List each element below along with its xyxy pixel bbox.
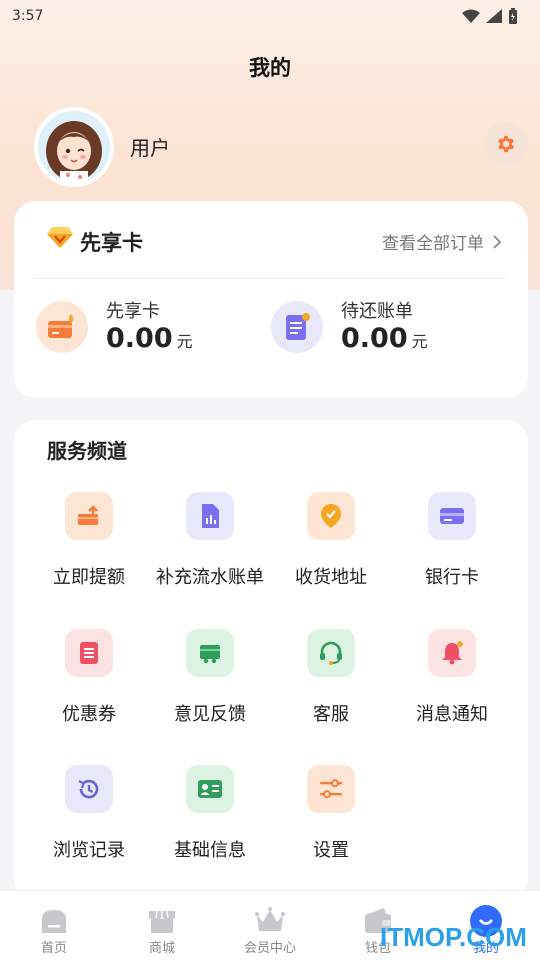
service-label: 意见反馈 <box>174 704 246 725</box>
service-statement[interactable]: 补充流水账单 <box>150 492 270 592</box>
service-label: 补充流水账单 <box>156 567 264 588</box>
vip-title: 先享卡 <box>80 231 143 255</box>
tab-store[interactable]: 商城 <box>108 891 216 960</box>
crown-icon <box>255 907 285 931</box>
service-label: 设置 <box>313 840 349 861</box>
stat-value: 0.00 元 <box>106 323 193 354</box>
wifi-icon <box>462 9 480 23</box>
signal-icon <box>486 9 502 23</box>
service-basic-info[interactable]: 基础信息 <box>150 765 270 865</box>
coupon-icon <box>65 629 113 677</box>
service-feedback[interactable]: 意见反馈 <box>150 629 270 729</box>
username[interactable]: 用户 <box>130 132 170 161</box>
service-history[interactable]: 浏览记录 <box>29 765 149 865</box>
service-label: 优惠券 <box>62 704 116 725</box>
service-bank-card[interactable]: 银行卡 <box>392 492 512 592</box>
bill-icon <box>271 301 323 353</box>
statement-icon <box>186 492 234 540</box>
service-label: 浏览记录 <box>53 840 125 861</box>
tab-label: 会员中心 <box>243 941 296 956</box>
stat-pending-bill[interactable]: 待还账单 0.00 元 <box>271 297 491 357</box>
service-raise-limit[interactable]: 立即提额 <box>29 492 149 592</box>
id-card-icon <box>186 765 234 813</box>
view-all-orders-link[interactable]: 查看全部订单 <box>382 229 502 254</box>
page-title: 我的 <box>249 56 291 80</box>
service-coupon[interactable]: 优惠券 <box>29 629 149 729</box>
services-title: 服务频道 <box>47 439 127 463</box>
history-icon <box>65 765 113 813</box>
status-time: 3:57 <box>12 8 44 24</box>
sliders-icon <box>307 765 355 813</box>
avatar-image <box>38 111 110 183</box>
service-address[interactable]: 收货地址 <box>271 492 391 592</box>
service-label: 消息通知 <box>416 704 488 725</box>
view-all-orders-label: 查看全部订单 <box>382 234 484 254</box>
battery-icon <box>509 8 517 24</box>
services-card: 服务频道 立即提额 补充流水账单 收货地址 银行卡 优惠券 意见反馈 客服 消息… <box>14 420 528 900</box>
stat-number: 0.00 <box>106 323 173 354</box>
stat-vip-card[interactable]: 先享卡 0.00 元 <box>36 297 256 357</box>
bank-card-icon <box>428 492 476 540</box>
raise-limit-icon <box>65 492 113 540</box>
tab-home[interactable]: 首页 <box>0 891 108 960</box>
vip-card: 先享卡 查看全部订单 先享卡 0.00 元 待还账单 0.00 元 <box>14 201 528 398</box>
vip-card-header[interactable]: 先享卡 查看全部订单 <box>14 201 528 279</box>
chevron-right-icon <box>493 234 502 249</box>
gear-icon <box>498 135 514 153</box>
status-bar: 3:57 <box>0 0 540 32</box>
stat-value: 0.00 元 <box>341 323 428 354</box>
tab-member-center[interactable]: 会员中心 <box>216 891 324 960</box>
stat-label: 先享卡 <box>106 301 160 322</box>
service-notifications[interactable]: 消息通知 <box>392 629 512 729</box>
card-wallet-icon <box>36 301 88 353</box>
bell-icon <box>428 629 476 677</box>
store-icon <box>149 910 175 933</box>
feedback-icon <box>186 629 234 677</box>
stat-unit: 元 <box>411 332 428 351</box>
service-label: 基础信息 <box>174 840 246 861</box>
home-icon <box>42 910 66 933</box>
location-icon <box>307 492 355 540</box>
diamond-icon <box>47 227 73 248</box>
stat-number: 0.00 <box>341 323 408 354</box>
service-label: 客服 <box>313 704 349 725</box>
service-settings[interactable]: 设置 <box>271 765 391 865</box>
service-label: 收货地址 <box>295 567 367 588</box>
service-customer-support[interactable]: 客服 <box>271 629 391 729</box>
stat-unit: 元 <box>176 332 193 351</box>
watermark: ITMOP.COM <box>380 922 527 952</box>
service-label: 立即提额 <box>53 567 125 588</box>
avatar[interactable] <box>34 107 114 187</box>
divider <box>34 278 508 279</box>
status-icons <box>462 8 518 24</box>
tab-label: 商城 <box>148 941 175 956</box>
settings-button[interactable] <box>484 122 528 166</box>
stat-label: 待还账单 <box>341 301 413 322</box>
headset-icon <box>307 629 355 677</box>
tab-label: 首页 <box>40 941 67 956</box>
service-label: 银行卡 <box>425 567 479 588</box>
